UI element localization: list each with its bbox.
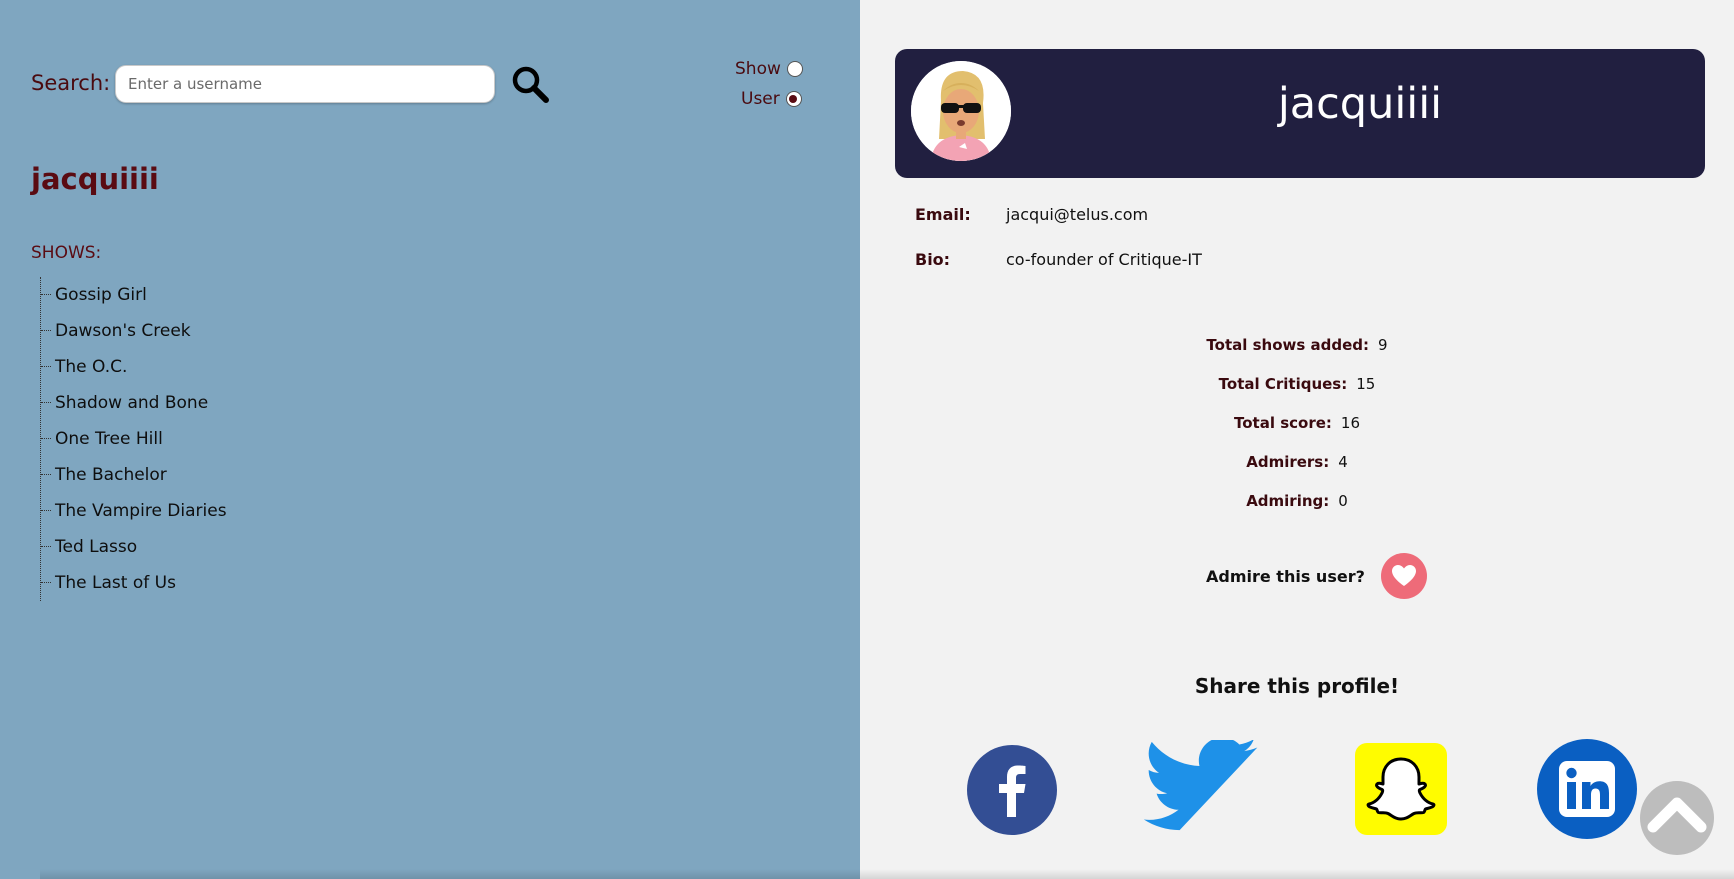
search-panel: Search: Show User jacquiiii SHOWS: Gossi…	[0, 0, 860, 879]
search-label: Search:	[31, 71, 111, 95]
show-radio[interactable]	[786, 61, 803, 77]
stat-admiring: Admiring: 0	[860, 492, 1734, 510]
list-item[interactable]: The Bachelor	[41, 457, 227, 493]
stat-value: 9	[1378, 336, 1388, 354]
search-icon[interactable]	[510, 64, 552, 106]
user-radio[interactable]	[785, 91, 802, 107]
stat-total-score: Total score: 16	[860, 414, 1734, 432]
stat-label: Admirers:	[1246, 453, 1330, 471]
snapchat-share-button[interactable]	[1355, 743, 1447, 835]
stat-total-shows: Total shows added: 9	[860, 336, 1734, 354]
stat-label: Admiring:	[1246, 492, 1330, 510]
filter-user-label: User	[741, 89, 780, 109]
email-value: jacqui@telus.com	[1006, 205, 1149, 224]
snapchat-icon	[1355, 743, 1447, 835]
stat-value: 4	[1338, 453, 1348, 471]
profile-username: jacquiiii	[1277, 79, 1443, 129]
linkedin-icon	[1537, 739, 1637, 839]
bio-label: Bio:	[915, 250, 951, 269]
filter-option-user[interactable]: User	[741, 89, 802, 109]
twitter-share-button[interactable]	[1140, 737, 1265, 840]
page-bottom-shadow	[40, 869, 1734, 879]
list-item[interactable]: Shadow and Bone	[41, 385, 227, 421]
heart-icon	[1391, 565, 1416, 586]
search-input[interactable]	[115, 65, 495, 103]
result-username[interactable]: jacquiiii	[31, 162, 159, 196]
stat-value: 0	[1338, 492, 1348, 510]
list-item[interactable]: Ted Lasso	[41, 529, 227, 565]
stat-admirers: Admirers: 4	[860, 453, 1734, 471]
profile-header: jacquiiii	[895, 49, 1705, 178]
stat-label: Total Critiques:	[1218, 375, 1348, 393]
stat-label: Total score:	[1234, 414, 1332, 432]
linkedin-share-button[interactable]	[1537, 739, 1637, 839]
stat-total-critiques: Total Critiques: 15	[860, 375, 1734, 393]
list-item[interactable]: One Tree Hill	[41, 421, 227, 457]
twitter-icon	[1143, 737, 1258, 831]
list-item[interactable]: Dawson's Creek	[41, 313, 227, 349]
stat-label: Total shows added:	[1206, 336, 1370, 354]
chevron-up-icon	[1647, 797, 1707, 833]
stat-value: 16	[1340, 414, 1360, 432]
list-item[interactable]: Gossip Girl	[41, 277, 227, 313]
share-heading: Share this profile!	[1194, 674, 1400, 698]
shows-heading: SHOWS:	[31, 243, 102, 263]
admire-prompt: Admire this user?	[1206, 566, 1365, 586]
email-label: Email:	[915, 205, 971, 224]
filter-option-show[interactable]: Show	[735, 59, 803, 79]
filter-show-label: Show	[735, 59, 781, 79]
admire-button[interactable]	[1380, 553, 1427, 599]
stat-value: 15	[1356, 375, 1376, 393]
bio-value: co-founder of Critique-IT	[1006, 250, 1202, 269]
facebook-icon	[967, 745, 1057, 835]
list-item[interactable]: The Last of Us	[41, 565, 227, 601]
scroll-to-top-button[interactable]	[1640, 781, 1714, 855]
admire-row: Admire this user?	[1206, 553, 1427, 599]
list-item[interactable]: The O.C.	[41, 349, 227, 385]
facebook-share-button[interactable]	[967, 745, 1057, 835]
list-item[interactable]: The Vampire Diaries	[41, 493, 227, 529]
profile-panel: jacquiiii Email: jacqui@telus.com Bio: c…	[860, 0, 1734, 879]
show-list: Gossip Girl Dawson's Creek The O.C. Shad…	[40, 277, 227, 601]
